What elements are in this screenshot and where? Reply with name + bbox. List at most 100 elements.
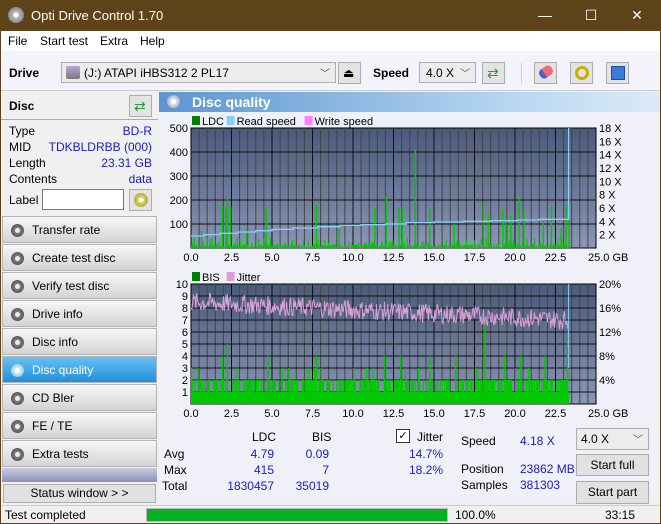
nav-verify-test-disc[interactable]: Verify test disc	[2, 272, 157, 299]
nav-transfer-rate[interactable]: Transfer rate	[2, 216, 157, 243]
disc-refresh-button[interactable]: ⇄	[129, 95, 152, 117]
speed-value: 4.18 X	[520, 434, 555, 448]
menu-start-test[interactable]: Start test	[40, 34, 88, 48]
progress-fill	[147, 509, 447, 521]
ldc-peak	[338, 228, 340, 248]
nav-drive-info[interactable]: Drive info	[2, 300, 157, 327]
legend-swatch	[192, 116, 200, 125]
x-tick-label: 10.0	[342, 408, 363, 420]
progress-bar	[146, 508, 448, 522]
bis-peak	[455, 356, 457, 404]
ldc-peak	[385, 196, 387, 248]
status-window-button[interactable]: Status window > >	[3, 484, 156, 503]
nav-label: Create test disc	[32, 251, 116, 265]
bis-peak	[383, 356, 386, 404]
ldc-bar	[358, 242, 360, 248]
y-tick-label: 7	[182, 315, 188, 327]
status-text: Test completed	[5, 508, 86, 522]
nav-extra-tests[interactable]: Extra tests	[2, 440, 157, 467]
x-tick-label: 25.0 GB	[588, 252, 628, 264]
bis-bar	[307, 368, 309, 404]
menu-help[interactable]: Help	[140, 34, 165, 48]
disc-row-length: Length 23.31 GB	[9, 156, 152, 172]
legend-label: BIS	[202, 272, 220, 284]
ldc-peak	[523, 209, 525, 248]
label-disc-button[interactable]	[129, 189, 152, 211]
ldc-peak	[565, 204, 567, 248]
start-full-button[interactable]: Start full	[576, 454, 649, 476]
chevron-down-icon: ﹀	[460, 69, 470, 80]
nav-cd-bler[interactable]: CD Bler	[2, 384, 157, 411]
verify-disc-icon	[11, 280, 24, 293]
erase-button[interactable]	[534, 62, 557, 84]
ldc-peak	[453, 224, 455, 248]
minimize-button[interactable]: —	[522, 0, 568, 31]
fe-te-icon	[11, 420, 24, 433]
nav-disc-info[interactable]: Disc info	[2, 328, 157, 355]
bis-bar	[404, 368, 407, 404]
x-tick-label: 0.0	[183, 408, 198, 420]
maximize-button[interactable]: ☐	[568, 0, 614, 31]
disc-key: Length	[9, 156, 46, 170]
chevron-down-icon: ﹀	[320, 69, 330, 80]
label-input[interactable]	[42, 189, 124, 210]
nav-create-test-disc[interactable]: Create test disc	[2, 244, 157, 271]
x-tick-label: 7.5	[305, 408, 320, 420]
nav-fe-te[interactable]: FE / TE	[2, 412, 157, 439]
nav-label: Extra tests	[32, 447, 89, 461]
nav-label: Disc quality	[32, 363, 94, 377]
speed-label: Speed	[461, 434, 496, 448]
y-tick-label: 8	[182, 303, 188, 315]
speed-select[interactable]: 4.0 X ﹀	[419, 62, 476, 83]
toolbar: Drive (J:) ATAPI iHBS312 2 PL17 ﹀ ⏏ Spee…	[1, 51, 660, 91]
disc-quality-icon	[11, 364, 24, 377]
nav-label: Transfer rate	[32, 223, 101, 237]
disc-header: Disc ⇄	[1, 92, 158, 120]
ldc-peak	[221, 206, 224, 248]
start-part-button[interactable]: Start part	[576, 481, 649, 504]
eject-button[interactable]: ⏏	[338, 62, 361, 84]
nav-label: CD Bler	[32, 391, 75, 405]
elapsed-time: 33:15	[605, 508, 636, 522]
ldc-peak	[560, 227, 562, 248]
jitter-checkbox[interactable]: ✓	[396, 429, 410, 443]
bis-bar	[476, 368, 478, 404]
position-value: 23862 MB	[520, 462, 575, 476]
drive-select[interactable]: (J:) ATAPI iHBS312 2 PL17 ﹀	[61, 62, 336, 83]
y2-tick-label: 16%	[599, 303, 621, 315]
gear-icon	[575, 66, 589, 80]
col-ldc: LDC	[252, 430, 277, 444]
test-speed-value: 4.0 X	[581, 432, 610, 446]
y2-tick-label: 10 X	[599, 176, 622, 188]
y-tick-label: 500	[170, 123, 188, 135]
x-tick-label: 5.0	[264, 252, 279, 264]
disc-quality-panel: Disc quality LDC Read speed Write speed 500…	[159, 92, 660, 504]
close-button[interactable]: ✕	[614, 0, 660, 31]
test-speed-select[interactable]: 4.0 X ﹀	[576, 428, 649, 450]
y2-tick-label: 18 X	[599, 123, 622, 135]
ldc-peak	[429, 208, 431, 248]
menu-extra[interactable]: Extra	[100, 34, 128, 48]
save-button[interactable]	[606, 62, 629, 84]
eraser-icon	[537, 63, 555, 81]
sidebar: Disc ⇄ Type BD-R MID TDKBLDRBB (000) Lengt…	[1, 92, 158, 502]
y-tick-label: 100	[170, 219, 188, 231]
bis-bar	[288, 368, 290, 404]
disc-value: BD-R	[122, 124, 152, 138]
y-tick-label: 6	[182, 327, 188, 339]
refresh-button[interactable]: ⇄	[482, 62, 505, 84]
ldc-peak	[487, 214, 489, 248]
settings-button[interactable]	[570, 62, 593, 84]
bis-bar	[527, 368, 530, 404]
avg-ldc: 4.79	[250, 447, 274, 461]
eject-icon: ⏏	[343, 66, 355, 80]
ldc-bar	[403, 241, 406, 248]
drive-info-icon	[11, 308, 24, 321]
bis-bar	[417, 368, 419, 404]
ldc-bar	[406, 237, 408, 248]
nav-disc-quality[interactable]: Disc quality	[2, 356, 157, 383]
ldc-bar	[485, 238, 487, 248]
menu-file[interactable]: File	[8, 34, 27, 48]
y2-tick-label: 4%	[599, 375, 615, 387]
status-bar: Test completed 100.0% 33:15	[1, 505, 660, 523]
